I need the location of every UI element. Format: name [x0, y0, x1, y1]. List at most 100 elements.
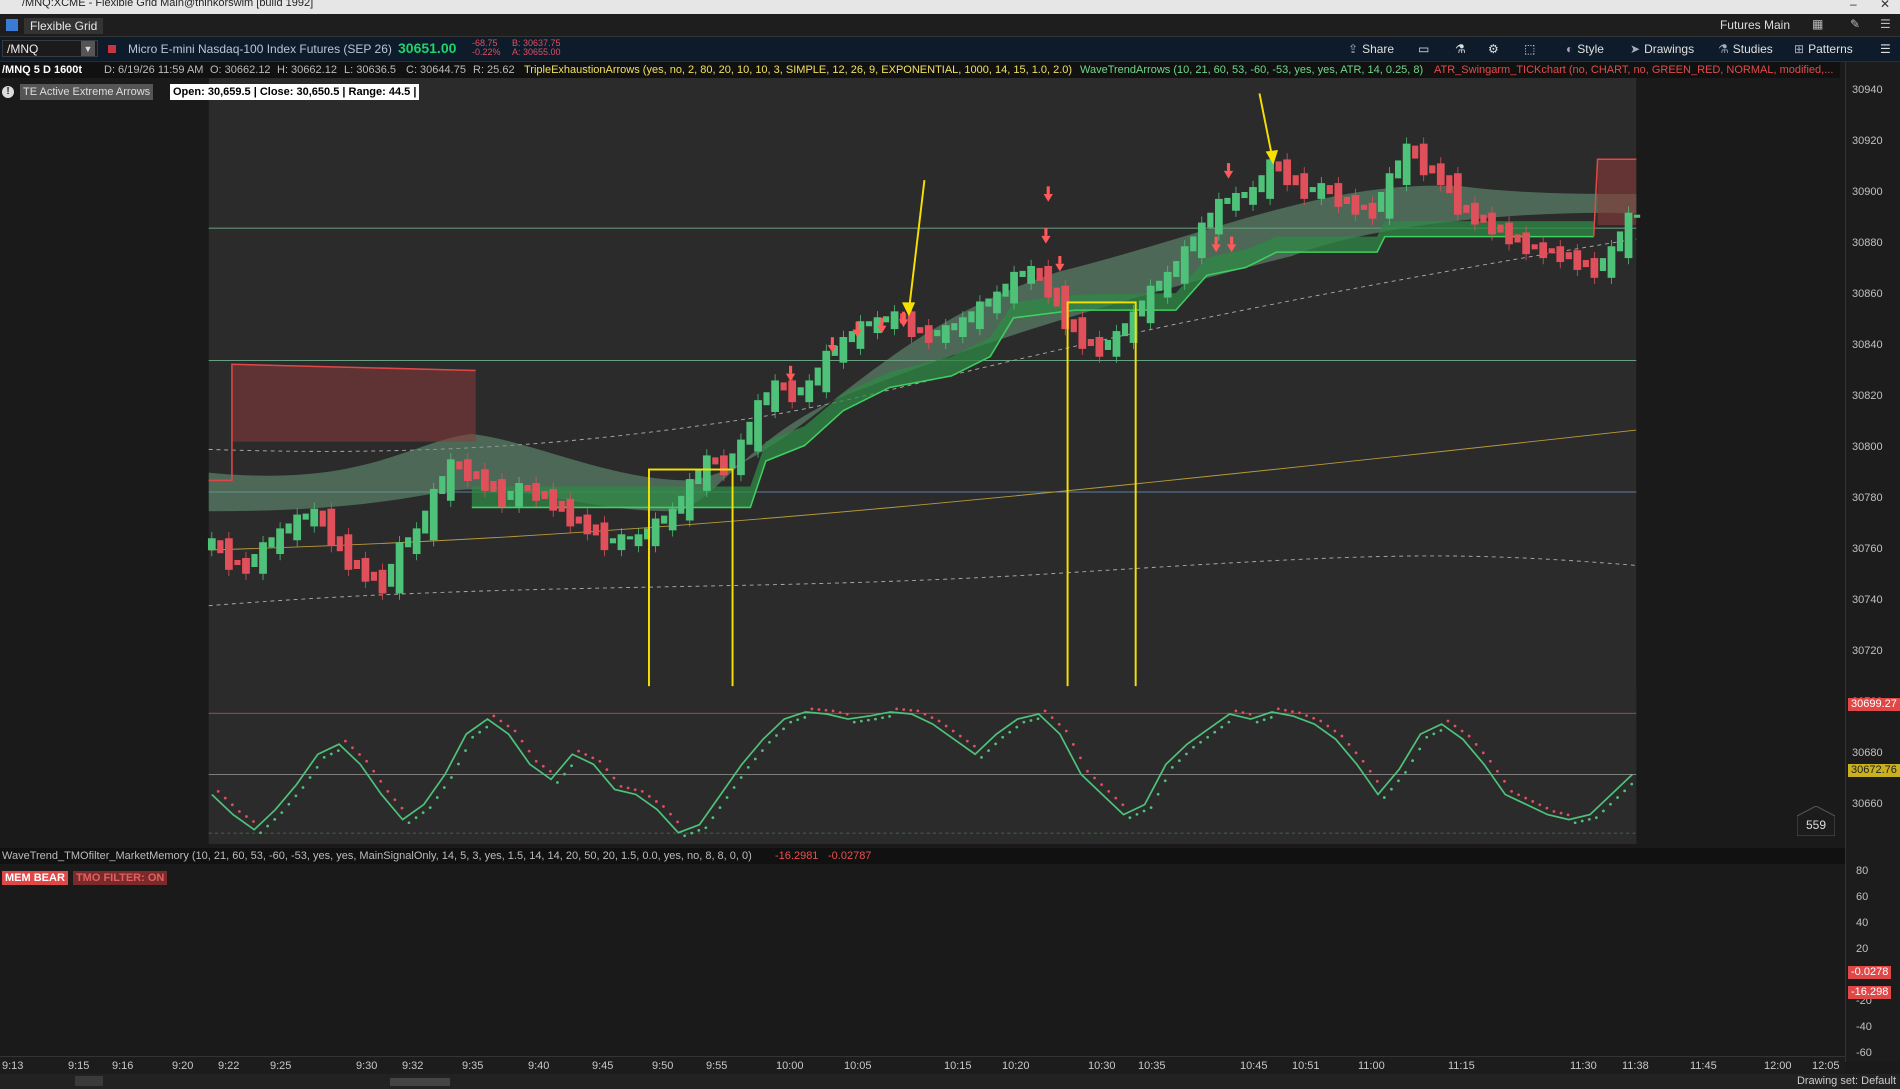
wavetrend-signal-dot: [591, 756, 595, 760]
patterns-label: Patterns: [1808, 42, 1853, 56]
candle-body: [1436, 163, 1445, 186]
wavetrend-signal-dot: [1093, 776, 1096, 780]
wavetrend-signal-dot: [676, 820, 679, 824]
wavetrend-signal-dot: [881, 716, 884, 720]
flask-icon[interactable]: ⚗: [1455, 42, 1466, 56]
expand-icon[interactable]: ▭: [1418, 42, 1429, 56]
wavetrend-signal-dot: [654, 800, 658, 803]
sell-arrow-stem: [830, 337, 834, 345]
scroll-left-button[interactable]: [75, 1076, 103, 1086]
candle-body: [225, 538, 233, 570]
patterns-button[interactable]: ⊞ Patterns: [1794, 42, 1853, 56]
scrollbar-thumb[interactable]: [390, 1078, 450, 1086]
candle-body: [575, 516, 582, 524]
candle-body: [1582, 260, 1589, 268]
grid-layout-icon[interactable]: ▦: [1812, 17, 1823, 31]
candle-body: [1087, 338, 1094, 347]
candle-body: [1207, 212, 1214, 228]
toolbar-menu-icon[interactable]: ☰: [1880, 42, 1891, 56]
wavetrend-signal-dot: [450, 776, 453, 779]
share-button[interactable]: ⇪ Share: [1348, 42, 1394, 56]
wavetrend-signal-dot: [1602, 809, 1605, 813]
wavetrend-signal-dot: [1587, 817, 1591, 821]
wavetrend-signal-dot: [640, 789, 644, 793]
study-wavetrend-arrows[interactable]: WaveTrendArrows (10, 21, 60, 53, -60, -5…: [1080, 62, 1423, 78]
ohlc-low: L: 30636.5: [344, 64, 396, 76]
candle-body: [524, 484, 531, 492]
wavetrend-signal-dot: [513, 729, 517, 733]
wavetrend-signal-dot: [619, 784, 623, 788]
wavetrend-signal-dot: [1411, 759, 1414, 763]
time-axis[interactable]: 9:13 9:15 9:16 9:20 9:22 9:25 9:30 9:32 9:35 9:40…: [0, 1056, 1845, 1075]
wavetrend-signal-dot: [273, 817, 277, 821]
pin-icon[interactable]: ✎: [1850, 17, 1860, 31]
study-triple-exhaustion[interactable]: TripleExhaustionArrows (yes, no, 2, 80, …: [524, 62, 1072, 78]
lower-panel-bg: [208, 686, 1637, 844]
gear-icon[interactable]: ⚙: [1488, 42, 1499, 56]
study-atr-swingarm[interactable]: ATR_Swingarm_TICKchart (no, CHART, no, G…: [1434, 62, 1833, 78]
osc-tick: -40: [1856, 1021, 1872, 1033]
candle-body: [1351, 194, 1360, 215]
style-button[interactable]: ◐ Style: [1566, 42, 1604, 56]
chevron-down-icon[interactable]: ▼: [81, 41, 95, 56]
wavetrend-signal-dot: [662, 805, 665, 808]
wavetrend-signal-dot: [753, 757, 757, 761]
wavetrend-signal-dot: [1347, 743, 1351, 746]
candle-body: [1488, 212, 1496, 235]
chart-id[interactable]: /MNQ 5 D 1600t: [2, 62, 82, 78]
grid-label[interactable]: Flexible Grid: [24, 18, 104, 34]
wavetrend-signal-dot: [683, 834, 687, 838]
candle-body: [302, 513, 309, 520]
candle-body: [1607, 246, 1616, 278]
candle-body: [1036, 267, 1043, 281]
bar-counter: 559: [1797, 806, 1835, 836]
layout-name[interactable]: Futures Main: [1720, 18, 1790, 32]
drawings-button[interactable]: ➤ Drawings: [1630, 42, 1694, 56]
sell-arrow-stem: [855, 321, 859, 330]
wavetrend-signal-dot: [1305, 714, 1308, 718]
candle-body: [1027, 265, 1035, 284]
candle-body: [668, 508, 677, 531]
wavetrend-signal-dot: [1390, 787, 1393, 791]
sell-arrow-stem: [1226, 163, 1231, 171]
price-chart[interactable]: [0, 78, 1845, 844]
wavetrend-signal-dot: [1234, 709, 1238, 713]
info-icon[interactable]: !: [2, 86, 14, 98]
candle-body: [319, 510, 326, 527]
candle-body: [917, 327, 924, 334]
minimize-icon[interactable]: –: [1850, 0, 1857, 11]
link-color-icon[interactable]: [108, 45, 116, 53]
candle-body: [549, 488, 558, 511]
wavetrend-signal-dot: [1481, 751, 1485, 755]
candle-body: [814, 367, 821, 386]
ohlc-open: O: 30662.12: [210, 64, 271, 76]
sell-arrow-stem: [789, 365, 793, 374]
time-tick: 10:45: [1240, 1060, 1268, 1072]
wavetrend-signal-dot: [563, 772, 566, 776]
wavetrend-signal-dot: [1425, 735, 1429, 739]
osc-tick: 80: [1856, 865, 1869, 877]
symbol-input[interactable]: /MNQ ▼: [2, 40, 98, 57]
menu-icon[interactable]: ☰: [1880, 17, 1891, 31]
candle-body: [661, 515, 668, 524]
price-tick: 30820: [1852, 390, 1883, 402]
wavetrend-signal-dot: [796, 718, 800, 722]
share-icon: ⇪: [1348, 42, 1359, 56]
drawing-set-label[interactable]: Drawing set: Default: [1797, 1075, 1896, 1087]
price-tick: 30940: [1852, 84, 1883, 96]
candle-body: [336, 536, 343, 552]
studies-button[interactable]: ⚗ Studies: [1718, 42, 1773, 56]
candle-body: [592, 524, 599, 536]
lower-study-name[interactable]: WaveTrend_TMOfilter_MarketMemory (10, 21…: [2, 848, 752, 864]
wavetrend-signal-dot: [845, 712, 849, 716]
wavetrend-signal-dot: [1291, 710, 1294, 713]
te-tag: TE Active Extreme Arrows: [20, 84, 154, 100]
wavetrend-signal-dot: [478, 730, 482, 734]
time-tick: 11:38: [1622, 1060, 1649, 1072]
wavetrend-signal-dot: [1015, 725, 1019, 729]
price-axis[interactable]: 30940 30920 30900 30880 30860 30840 30820 30800…: [1845, 62, 1900, 1062]
zoom-icon[interactable]: ⬚: [1524, 42, 1535, 56]
close-icon[interactable]: ✕: [1880, 0, 1890, 11]
wavetrend-signal-dot: [1121, 803, 1125, 807]
wavetrend-signal-dot: [1368, 769, 1372, 773]
